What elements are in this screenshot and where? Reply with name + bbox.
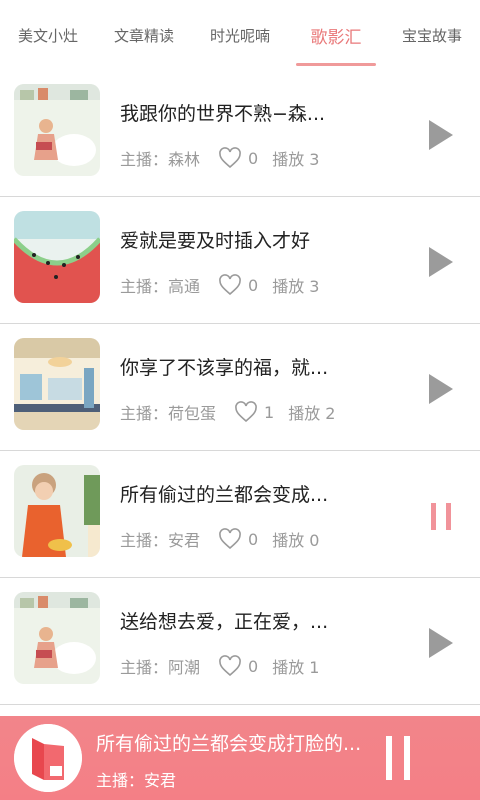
list-item[interactable]: 我跟你的世界不熟−森... 主播：森林 0 播放 3 — [0, 70, 480, 197]
cover-image — [14, 465, 100, 557]
heart-outline-icon[interactable] — [218, 274, 242, 296]
play-button[interactable] — [426, 374, 456, 404]
tab-label: 美文小灶 — [17, 26, 78, 45]
play-button[interactable] — [426, 628, 456, 658]
play-button[interactable] — [426, 120, 456, 150]
like-count: 0 — [248, 275, 259, 295]
list-item[interactable]: 你享了不该享的福，就... 主播：荷包蛋 1 播放 2 — [0, 324, 480, 451]
pause-button[interactable] — [426, 501, 456, 531]
now-playing-title: 所有偷过的兰都会变成打脸的... — [96, 733, 362, 755]
heart-outline-icon[interactable] — [218, 655, 242, 677]
list-item[interactable]: 送给想去爱，正在爱，... 主播：阿潮 0 播放 1 — [0, 578, 480, 705]
play-count: 播放 0 — [272, 531, 320, 550]
cover-image — [14, 84, 100, 176]
mini-player[interactable]: 所有偷过的兰都会变成打脸的... 主播：安君 — [0, 716, 480, 800]
audio-meta: 主播：森林 0 播放 3 — [120, 146, 319, 170]
play-icon — [429, 374, 453, 404]
anchor-name: 主播：森林 — [120, 150, 201, 169]
tab-label: 时光呢喃 — [209, 26, 270, 45]
heart-outline-icon[interactable] — [218, 147, 242, 169]
audio-title: 你享了不该享的福，就... — [120, 357, 329, 379]
tab-geying[interactable]: 歌影汇 — [288, 0, 384, 70]
pause-icon — [386, 736, 392, 780]
cover-image — [14, 211, 100, 303]
play-icon — [429, 628, 453, 658]
like-count: 0 — [248, 148, 259, 168]
play-count: 播放 3 — [272, 150, 320, 169]
now-playing-anchor: 主播：安君 — [96, 771, 177, 790]
player-pause-button[interactable] — [386, 736, 422, 780]
audio-title: 所有偷过的兰都会变成... — [120, 484, 329, 506]
cover-image — [14, 338, 100, 430]
tab-label: 歌影汇 — [310, 27, 362, 48]
play-count: 播放 3 — [272, 277, 320, 296]
audio-title: 爱就是要及时插入才好 — [120, 230, 311, 252]
tab-label: 文章精读 — [113, 26, 174, 45]
pause-icon — [431, 502, 451, 530]
anchor-name: 主播：高通 — [120, 277, 201, 296]
tab-meiwen[interactable]: 美文小灶 — [0, 0, 96, 70]
like-count: 0 — [248, 529, 259, 549]
like-count: 0 — [248, 656, 259, 676]
anchor-name: 主播：安君 — [120, 531, 201, 550]
anchor-name: 主播：荷包蛋 — [120, 404, 217, 423]
play-count: 播放 1 — [272, 658, 320, 677]
list-item[interactable]: 爱就是要及时插入才好 主播：高通 0 播放 3 — [0, 197, 480, 324]
tab-wenzhang[interactable]: 文章精读 — [96, 0, 192, 70]
audio-title: 我跟你的世界不熟−森... — [120, 103, 326, 125]
like-count: 1 — [264, 402, 275, 422]
heart-outline-icon[interactable] — [234, 401, 258, 423]
cover-image — [14, 592, 100, 684]
category-tab-bar: 美文小灶 文章精读 时光呢喃 歌影汇 宝宝故事 — [0, 0, 480, 70]
audio-meta: 主播：安君 0 播放 0 — [120, 527, 319, 551]
play-icon — [429, 247, 453, 277]
active-tab-indicator — [296, 63, 376, 66]
play-icon — [429, 120, 453, 150]
tab-label: 宝宝故事 — [401, 26, 462, 45]
list-item[interactable]: 所有偷过的兰都会变成... 主播：安君 0 播放 0 — [0, 451, 480, 578]
audio-list[interactable]: 我跟你的世界不熟−森... 主播：森林 0 播放 3 爱就是要及时插入才好 主播… — [0, 70, 480, 716]
heart-outline-icon[interactable] — [218, 528, 242, 550]
anchor-name: 主播：阿潮 — [120, 658, 201, 677]
app-logo-icon — [14, 724, 82, 792]
play-count: 播放 2 — [288, 404, 336, 423]
audio-meta: 主播：阿潮 0 播放 1 — [120, 654, 319, 678]
play-button[interactable] — [426, 247, 456, 277]
audio-meta: 主播：高通 0 播放 3 — [120, 273, 319, 297]
audio-meta: 主播：荷包蛋 1 播放 2 — [120, 400, 335, 424]
audio-title: 送给想去爱，正在爱，... — [120, 611, 329, 633]
tab-shiguang[interactable]: 时光呢喃 — [192, 0, 288, 70]
tab-baobao[interactable]: 宝宝故事 — [384, 0, 480, 70]
